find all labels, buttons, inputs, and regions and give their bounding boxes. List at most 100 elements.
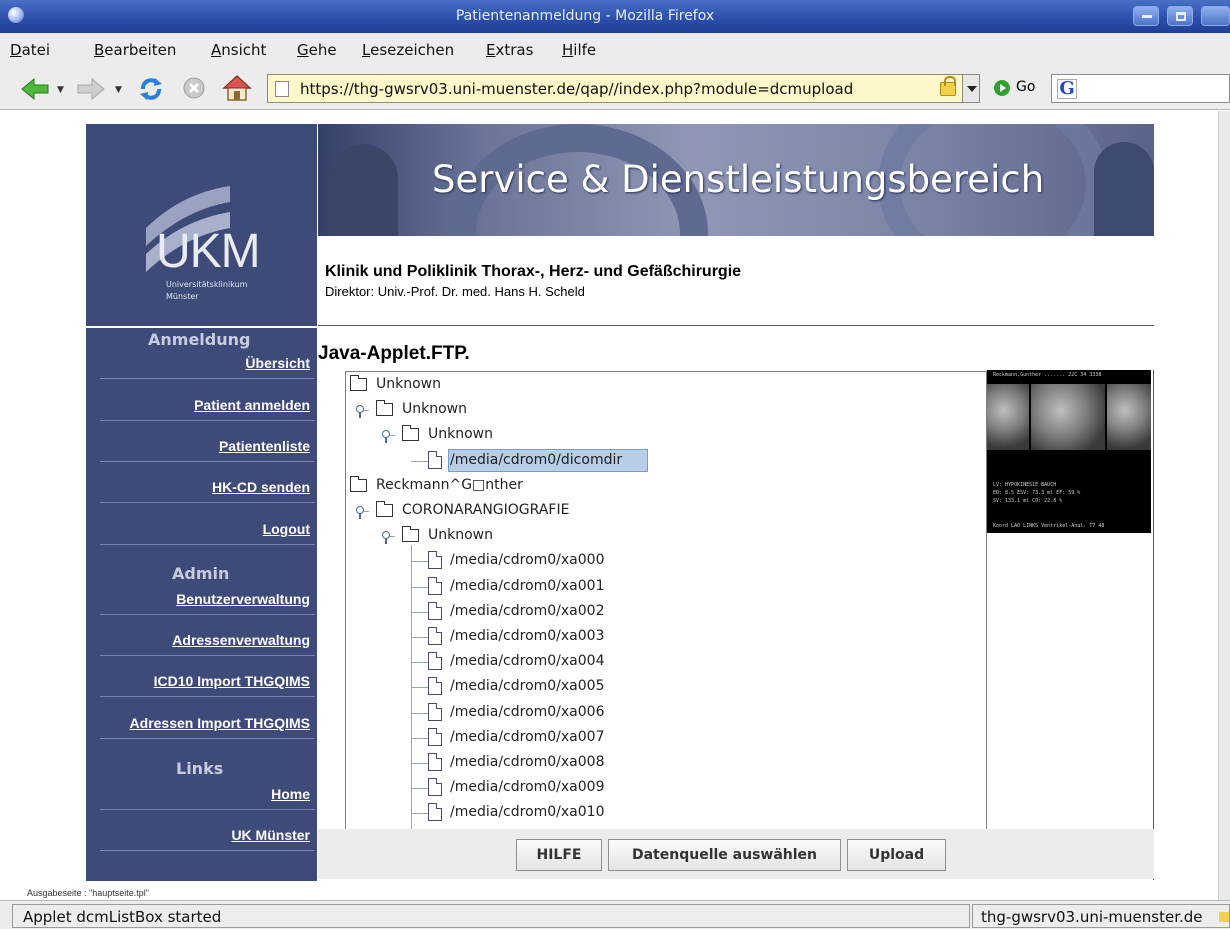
back-history-dropdown-icon[interactable]: ▼ — [57, 85, 64, 95]
menu-datei[interactable]: Datei — [10, 41, 50, 59]
minimize-button[interactable] — [1133, 6, 1159, 26]
expand-handle-icon[interactable] — [356, 506, 364, 519]
folder-icon — [376, 400, 393, 417]
address-bar[interactable]: https://thg-gwsrv03.uni-muenster.de/qap/… — [267, 74, 980, 103]
help-button[interactable]: HILFE — [516, 839, 602, 871]
ukm-subtitle: Universitätsklinikum — [166, 280, 248, 289]
applet-button-row: HILFE Datenquelle auswählen Upload — [318, 829, 1154, 879]
tree-folder-item[interactable]: Unknown — [382, 423, 962, 447]
home-icon[interactable] — [222, 74, 252, 102]
sidebar-item-home[interactable]: Home — [271, 786, 310, 802]
page-content: UKM Universitätsklinikum Münster Service… — [0, 111, 1218, 900]
window-title: Patientenanmeldung - Mozilla Firefox — [455, 8, 715, 24]
file-icon — [428, 652, 442, 671]
status-bar: Applet dcmListBox started thg-gwsrv03.un… — [0, 900, 1230, 929]
expand-handle-icon[interactable] — [382, 531, 390, 545]
divider — [318, 325, 1154, 326]
file-icon — [428, 778, 442, 797]
google-search-icon[interactable]: G — [1057, 79, 1077, 99]
ukm-logo-text: UKM — [156, 225, 261, 278]
tree-file-item[interactable]: /media/cdrom0/dicomdir — [411, 448, 986, 473]
director-line: Direktor: Univ.-Prof. Dr. med. Hans H. S… — [325, 284, 585, 299]
menu-gehe[interactable]: Gehe — [297, 41, 337, 59]
folder-icon — [402, 526, 419, 543]
tree-item-label: /media/cdrom0/xa008 — [450, 754, 605, 770]
tree-item-label: /media/cdrom0/xa005 — [450, 678, 605, 695]
header-banner: Service & Dienstleistungsbereich — [318, 124, 1154, 236]
menu-hilfe[interactable]: Hilfe — [562, 41, 596, 59]
file-icon — [428, 677, 442, 696]
search-input[interactable]: G — [1051, 74, 1230, 103]
file-icon — [428, 627, 442, 645]
tree-folder-item[interactable]: Reckmann^G□nther — [350, 474, 910, 498]
close-button[interactable] — [1201, 6, 1230, 26]
file-icon — [428, 753, 442, 771]
sidebar-item-adressen-import[interactable]: Adressen Import THGQIMS — [130, 715, 310, 731]
tree-file-item[interactable]: /media/cdrom0/xa008 — [411, 751, 986, 775]
tree-item-label: /media/cdrom0/xa001 — [450, 577, 605, 594]
tree-folder-item[interactable]: CORONARANGIOGRAFIE — [356, 499, 936, 523]
file-icon — [428, 727, 442, 746]
page-icon — [275, 81, 289, 97]
sidebar-item-icd10-import[interactable]: ICD10 Import THGQIMS — [154, 673, 310, 689]
menu-bearbeiten[interactable]: Bearbeiten — [94, 41, 176, 59]
ftp-applet: Unknown Unknown Unknown/media/cdrom0/dicom… — [318, 370, 1154, 880]
file-tree[interactable]: Unknown Unknown Unknown/media/cdrom0/dicom… — [345, 371, 987, 831]
upload-button[interactable]: Upload — [847, 839, 946, 871]
sidebar-item-uebersicht[interactable]: Übersicht — [245, 355, 310, 371]
menu-ansicht[interactable]: Ansicht — [211, 41, 266, 59]
sidebar-item-benutzerverwaltung[interactable]: Benutzerverwaltung — [176, 591, 310, 607]
dicom-preview-image: Reckmann,Gunther ....... 22C 34 3338 LV:… — [987, 370, 1151, 533]
url-history-dropdown[interactable] — [962, 74, 980, 103]
status-lock-icon[interactable] — [1219, 912, 1229, 922]
tree-file-item[interactable]: /media/cdrom0/xa005 — [411, 675, 986, 699]
expand-handle-icon[interactable] — [382, 430, 390, 444]
menu-extras[interactable]: Extras — [486, 41, 533, 59]
tree-file-item[interactable]: /media/cdrom0/xa009 — [411, 776, 986, 800]
tree-file-item[interactable]: /media/cdrom0/xa000 — [411, 549, 986, 573]
go-button[interactable]: Go — [994, 78, 1044, 100]
url-text[interactable]: https://thg-gwsrv03.uni-muenster.de/qap/… — [300, 80, 853, 98]
section-anmeldung: Anmeldung — [148, 330, 251, 349]
sidebar-item-logout[interactable]: Logout — [263, 521, 310, 537]
tree-item-label: CORONARANGIOGRAFIE — [402, 502, 570, 518]
tree-file-item[interactable]: /media/cdrom0/xa010 — [411, 801, 986, 825]
tree-item-label: /media/cdrom0/xa006 — [450, 703, 605, 720]
sidebar-item-patientenliste[interactable]: Patientenliste — [219, 438, 310, 454]
sidebar-item-uk-muenster[interactable]: UK Münster — [231, 827, 310, 843]
ukm-logo-panel: UKM Universitätsklinikum Münster — [86, 124, 317, 326]
back-arrow-icon[interactable] — [20, 78, 50, 100]
tree-folder-item[interactable]: Unknown — [382, 524, 962, 548]
sidebar-item-patient-anmelden[interactable]: Patient anmelden — [194, 397, 310, 413]
page-scrollbar[interactable] — [1218, 111, 1230, 900]
tree-file-item[interactable]: /media/cdrom0/xa002 — [411, 600, 986, 624]
tree-item-label: /media/cdrom0/xa000 — [450, 552, 605, 569]
tree-file-item[interactable]: /media/cdrom0/xa004 — [411, 650, 986, 674]
go-arrow-icon — [994, 80, 1010, 96]
folder-icon — [376, 501, 393, 517]
tree-file-item[interactable]: /media/cdrom0/xa006 — [411, 701, 986, 725]
status-message: Applet dcmListBox started — [23, 908, 222, 926]
tree-item-label: /media/cdrom0/xa003 — [450, 628, 605, 644]
tree-guide-line — [411, 545, 412, 830]
expand-handle-icon[interactable] — [356, 405, 364, 419]
select-source-button[interactable]: Datenquelle auswählen — [608, 839, 841, 871]
stop-icon[interactable] — [182, 76, 206, 100]
reload-icon[interactable] — [137, 75, 165, 103]
tree-file-item[interactable]: /media/cdrom0/xa001 — [411, 575, 986, 599]
forward-arrow-icon[interactable] — [76, 78, 106, 100]
lock-icon[interactable] — [940, 76, 956, 96]
tree-file-item[interactable]: /media/cdrom0/xa003 — [411, 625, 986, 649]
tree-file-item[interactable]: /media/cdrom0/xa007 — [411, 726, 986, 750]
forward-history-dropdown-icon[interactable]: ▼ — [115, 85, 122, 95]
tree-folder-item[interactable]: Unknown — [350, 373, 910, 397]
tree-item-label: Unknown — [376, 376, 441, 392]
sidebar-item-adressenverwaltung[interactable]: Adressenverwaltung — [172, 632, 310, 648]
menu-bar: Datei Bearbeiten Ansicht Gehe Lesezeiche… — [0, 33, 1230, 66]
tree-item-label: /media/cdrom0/xa004 — [450, 653, 605, 670]
maximize-button[interactable] — [1167, 6, 1193, 26]
sidebar-item-hk-cd-senden[interactable]: HK-CD senden — [212, 479, 310, 495]
tree-folder-item[interactable]: Unknown — [356, 398, 936, 422]
tree-item-label: /media/cdrom0/xa009 — [450, 779, 605, 796]
menu-lesezeichen[interactable]: Lesezeichen — [362, 41, 454, 59]
